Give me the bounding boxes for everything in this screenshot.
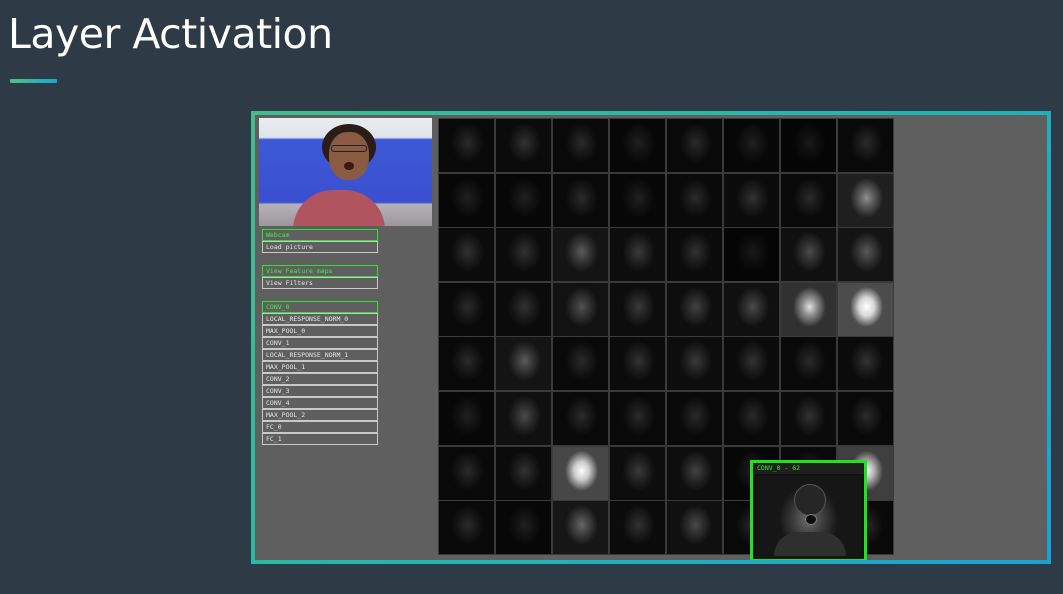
webcam-person-body (293, 190, 385, 226)
feature-map-tile[interactable] (553, 282, 608, 336)
layer-button-conv-4[interactable]: CONV_4 (262, 397, 378, 409)
feature-map-tile[interactable] (439, 337, 494, 391)
layer-button-conv-3[interactable]: CONV_3 (262, 385, 378, 397)
feature-map-tile[interactable] (838, 173, 893, 227)
feature-map-tile[interactable] (439, 119, 494, 172)
feature-map-tile[interactable] (724, 392, 779, 445)
feature-map-zoom-panel: CONV_0 - 62 (750, 460, 867, 560)
feature-map-tile[interactable] (553, 173, 608, 227)
layer-button-conv-0[interactable]: CONV_0 (262, 301, 378, 313)
zoomed-shoulders-shape (774, 532, 846, 556)
zoomed-feature-map (756, 476, 861, 559)
feature-map-tile[interactable] (610, 337, 665, 391)
zoomed-head-shape (794, 484, 826, 516)
feature-map-tile[interactable] (838, 119, 893, 172)
feature-map-tile[interactable] (667, 501, 722, 555)
feature-map-tile[interactable] (781, 337, 836, 391)
slide-title: Layer Activation (8, 10, 333, 58)
feature-map-tile[interactable] (667, 228, 722, 282)
feature-map-tile[interactable] (610, 446, 665, 500)
feature-map-tile[interactable] (496, 337, 551, 391)
feature-map-tile[interactable] (838, 392, 893, 445)
feature-map-tile[interactable] (781, 392, 836, 445)
feature-map-tile[interactable] (781, 282, 836, 336)
feature-map-tile[interactable] (610, 228, 665, 282)
feature-map-tile[interactable] (667, 282, 722, 336)
feature-map-tile[interactable] (667, 173, 722, 227)
feature-map-tile[interactable] (439, 501, 494, 555)
feature-map-tile[interactable] (781, 119, 836, 172)
layer-button-conv-1[interactable]: CONV_1 (262, 337, 378, 349)
feature-map-tile[interactable] (496, 392, 551, 445)
layer-button-fc-1[interactable]: FC_1 (262, 433, 378, 445)
feature-map-tile[interactable] (610, 119, 665, 172)
layer-button-local-response-norm-0[interactable]: LOCAL_RESPONSE_NORM_0 (262, 313, 378, 325)
feature-map-tile[interactable] (553, 501, 608, 555)
webcam-person-mouth (344, 162, 354, 170)
layer-button-conv-2[interactable]: CONV_2 (262, 373, 378, 385)
layer-button-max-pool-0[interactable]: MAX_POOL_0 (262, 325, 378, 337)
feature-map-tile[interactable] (781, 173, 836, 227)
feature-map-tile[interactable] (553, 446, 608, 500)
feature-map-tile[interactable] (553, 228, 608, 282)
feature-map-tile[interactable] (553, 392, 608, 445)
feature-map-tile[interactable] (610, 501, 665, 555)
feature-map-tile[interactable] (496, 282, 551, 336)
webcam-person-glasses (331, 145, 367, 152)
feature-map-tile[interactable] (496, 173, 551, 227)
webcam-preview (259, 118, 432, 226)
feature-map-tile[interactable] (553, 337, 608, 391)
view-feature-maps-button[interactable]: View Feature maps (262, 265, 378, 277)
feature-map-tile[interactable] (496, 228, 551, 282)
feature-map-tile[interactable] (439, 392, 494, 445)
feature-map-tile[interactable] (496, 501, 551, 555)
feature-map-tile[interactable] (439, 446, 494, 500)
feature-map-tile[interactable] (724, 337, 779, 391)
zoom-panel-label: CONV_0 - 62 (753, 463, 864, 474)
feature-map-tile[interactable] (838, 282, 893, 336)
view-filters-button[interactable]: View Filters (262, 277, 378, 289)
layer-button-fc-0[interactable]: FC_0 (262, 421, 378, 433)
webcam-button[interactable]: Webcam (262, 229, 378, 241)
webcam-person-face (329, 132, 369, 180)
feature-map-tile[interactable] (667, 446, 722, 500)
feature-map-tile[interactable] (610, 173, 665, 227)
feature-map-tile[interactable] (553, 119, 608, 172)
feature-map-tile[interactable] (439, 173, 494, 227)
feature-map-tile[interactable] (781, 228, 836, 282)
feature-map-tile[interactable] (667, 119, 722, 172)
feature-map-tile[interactable] (667, 337, 722, 391)
feature-map-tile[interactable] (496, 119, 551, 172)
feature-map-tile[interactable] (496, 446, 551, 500)
feature-map-tile[interactable] (838, 228, 893, 282)
layer-button-local-response-norm-1[interactable]: LOCAL_RESPONSE_NORM_1 (262, 349, 378, 361)
feature-map-tile[interactable] (610, 282, 665, 336)
feature-map-tile[interactable] (439, 228, 494, 282)
layer-button-max-pool-1[interactable]: MAX_POOL_1 (262, 361, 378, 373)
feature-map-tile[interactable] (610, 392, 665, 445)
load-picture-button[interactable]: Load picture (262, 241, 378, 253)
title-underline (10, 79, 57, 83)
feature-map-tile[interactable] (724, 173, 779, 227)
feature-map-tile[interactable] (724, 282, 779, 336)
visualization-frame: Webcam Load picture View Feature maps Vi… (251, 111, 1051, 564)
layer-button-max-pool-2[interactable]: MAX_POOL_2 (262, 409, 378, 421)
feature-map-tile[interactable] (439, 282, 494, 336)
feature-map-tile[interactable] (838, 337, 893, 391)
feature-map-tile[interactable] (667, 392, 722, 445)
zoomed-mouth-shape (805, 514, 817, 525)
app-window: Webcam Load picture View Feature maps Vi… (255, 115, 1047, 560)
feature-map-tile[interactable] (724, 119, 779, 172)
feature-map-tile[interactable] (724, 228, 779, 282)
